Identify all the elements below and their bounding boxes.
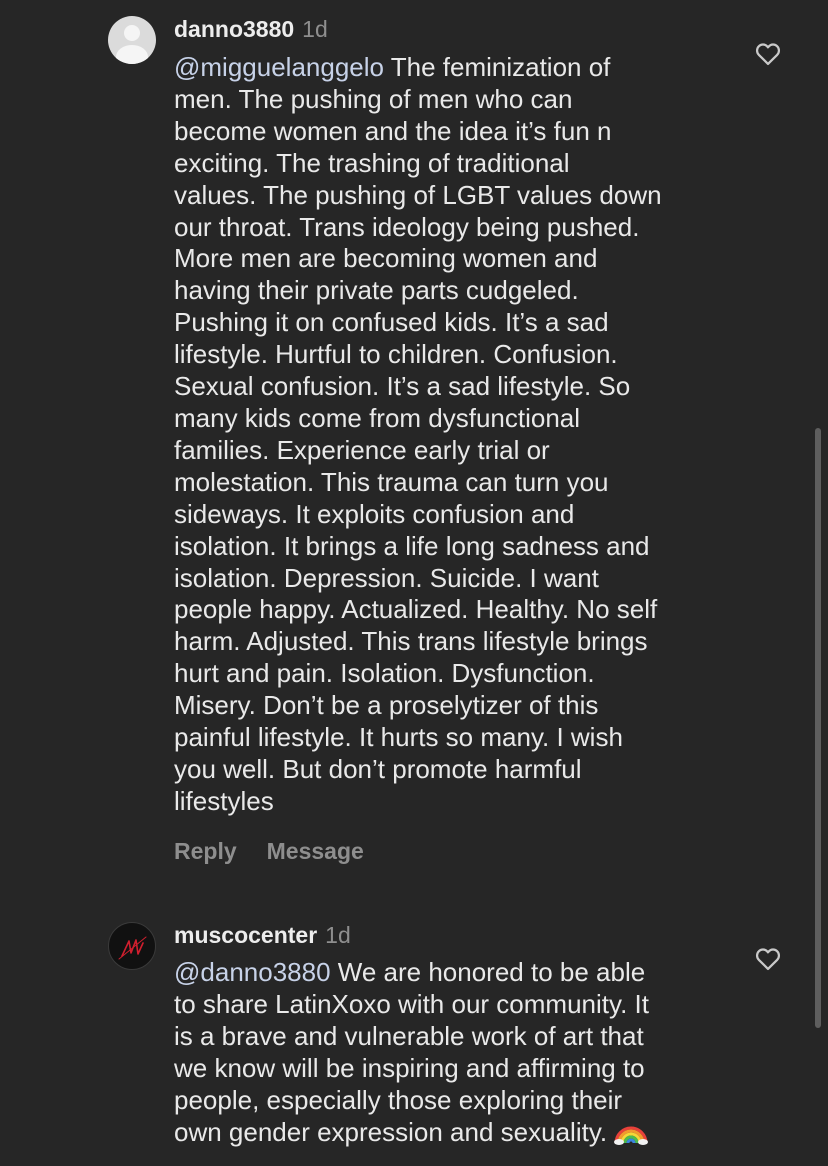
comment-actions: Reply Message (174, 836, 364, 866)
heart-icon[interactable] (754, 40, 782, 68)
comment-body: @danno3880 We are honored to be able to … (174, 957, 734, 1148)
mention-link[interactable]: @danno3880 (174, 957, 331, 987)
reply-button[interactable]: Reply (174, 838, 237, 864)
default-avatar-icon[interactable] (108, 16, 156, 64)
comment-username[interactable]: muscocenter (174, 922, 317, 948)
comment-timestamp: 1d (325, 922, 351, 948)
avatar-shoulders-shape (116, 45, 148, 64)
rainbow-emoji-icon (614, 1126, 649, 1145)
mention-link[interactable]: @migguelanggelo (174, 52, 384, 82)
comment-header: danno3880 1d (174, 14, 328, 44)
scrollbar[interactable] (815, 428, 821, 1028)
comment-text: The feminization of men. The pushing of … (174, 52, 662, 816)
message-button[interactable]: Message (267, 838, 364, 864)
comment-body: @migguelanggelo The feminization of men.… (174, 52, 734, 818)
comment-username[interactable]: danno3880 (174, 16, 294, 42)
heart-icon[interactable] (754, 945, 782, 973)
avatar-head-shape (124, 25, 140, 41)
brand-logo-icon (118, 936, 147, 960)
brand-logo-avatar-icon[interactable] (108, 922, 156, 970)
comment-header: muscocenter 1d (174, 920, 351, 950)
comment-timestamp: 1d (302, 16, 328, 42)
